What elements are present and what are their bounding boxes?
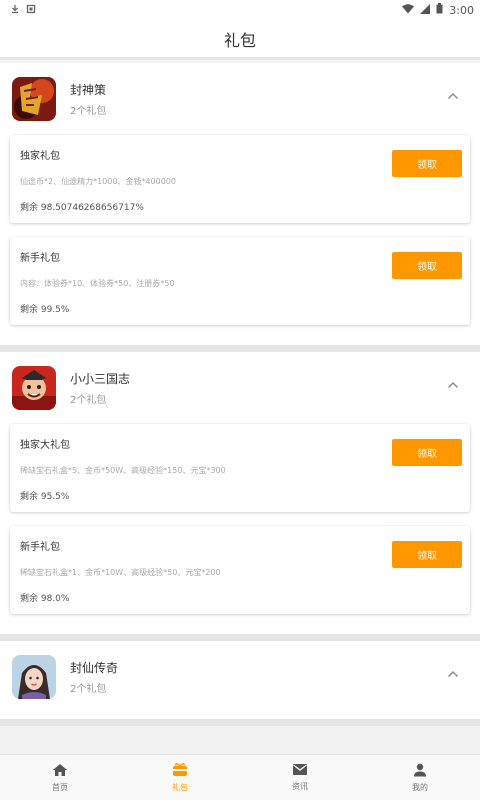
gift-count: 2个礼包 bbox=[70, 395, 107, 406]
game-section: 封仙传奇 2个礼包 bbox=[0, 641, 480, 726]
game-header[interactable]: 封仙传奇 2个礼包 bbox=[0, 641, 480, 713]
claim-button[interactable]: 领取 bbox=[392, 150, 462, 177]
game-name: 封神策 bbox=[70, 83, 107, 97]
claim-button[interactable]: 领取 bbox=[392, 439, 462, 466]
game-header[interactable]: 封神策 2个礼包 bbox=[0, 63, 480, 135]
claim-button[interactable]: 领取 bbox=[392, 541, 462, 568]
chevron-up-icon[interactable] bbox=[446, 378, 460, 392]
notification-icon bbox=[26, 4, 36, 17]
home-icon bbox=[52, 763, 68, 779]
wifi-icon bbox=[402, 3, 415, 17]
mail-icon bbox=[292, 763, 308, 778]
gift-list[interactable]: 封神策 2个礼包 独家礼包 仙途币*2、仙途精力*1000、金钱*400000 … bbox=[0, 63, 480, 754]
gift-remaining: 剩余 95.5% bbox=[20, 492, 70, 502]
gift-card: 独家礼包 仙途币*2、仙途精力*1000、金钱*400000 剩余 98.507… bbox=[10, 135, 470, 223]
nav-item-me[interactable]: 我的 bbox=[360, 755, 480, 800]
gift-card: 新手礼包 稀缺宝石礼盒*1、金币*10W、高级经验*50、元宝*200 剩余 9… bbox=[10, 526, 470, 614]
nav-label: 首页 bbox=[52, 782, 68, 792]
nav-label: 资讯 bbox=[292, 782, 308, 791]
gift-description: 仙途币*2、仙途精力*1000、金钱*400000 bbox=[20, 177, 176, 186]
gift-card: 独家大礼包 稀缺宝石礼盒*5、金币*50W、高级经验*150、元宝*300 剩余… bbox=[10, 424, 470, 512]
status-bar: 3:00 bbox=[0, 0, 480, 20]
game-icon-fengxian bbox=[12, 655, 56, 699]
page-title-bar: 礼包 bbox=[0, 20, 480, 60]
gift-remaining: 剩余 98.0% bbox=[20, 594, 70, 604]
nav-label: 礼包 bbox=[172, 783, 188, 792]
battery-icon bbox=[436, 3, 443, 17]
gift-description: 稀缺宝石礼盒*5、金币*50W、高级经验*150、元宝*300 bbox=[20, 466, 226, 475]
nav-item-gift[interactable]: 礼包 bbox=[120, 755, 240, 800]
chevron-up-icon[interactable] bbox=[446, 667, 460, 681]
person-icon bbox=[413, 763, 427, 779]
gift-description: 内容：体验券*10、体验券*50、注册券*50 bbox=[20, 279, 175, 288]
page-title: 礼包 bbox=[223, 30, 256, 50]
game-header[interactable]: 小小三国志 2个礼包 bbox=[0, 352, 480, 424]
gift-card: 新手礼包 内容：体验券*10、体验券*50、注册券*50 剩余 99.5% 领取 bbox=[10, 237, 470, 325]
game-name: 小小三国志 bbox=[70, 372, 131, 386]
gift-remaining: 剩余 98.50746268656717% bbox=[20, 203, 144, 213]
claim-button[interactable]: 领取 bbox=[392, 252, 462, 279]
status-time: 3:00 bbox=[449, 3, 474, 17]
nav-label: 我的 bbox=[412, 782, 428, 792]
game-icon-fengshen bbox=[12, 77, 56, 121]
gift-count: 2个礼包 bbox=[70, 684, 107, 695]
game-section: 小小三国志 2个礼包 独家大礼包 稀缺宝石礼盒*5、金币*50W、高级经验*15… bbox=[0, 352, 480, 641]
gift-description: 稀缺宝石礼盒*1、金币*10W、高级经验*50、元宝*200 bbox=[20, 568, 221, 577]
game-section: 封神策 2个礼包 独家礼包 仙途币*2、仙途精力*1000、金钱*400000 … bbox=[0, 63, 480, 352]
gift-icon bbox=[172, 762, 188, 779]
game-icon-sanguo bbox=[12, 366, 56, 410]
gift-remaining: 剩余 99.5% bbox=[20, 305, 70, 315]
nav-item-news[interactable]: 资讯 bbox=[240, 755, 360, 800]
chevron-up-icon[interactable] bbox=[446, 89, 460, 103]
download-icon bbox=[10, 4, 20, 17]
game-name: 封仙传奇 bbox=[70, 661, 119, 675]
signal-icon bbox=[420, 3, 431, 17]
bottom-nav: 首页 礼包 资讯 我的 bbox=[0, 754, 480, 800]
nav-item-home[interactable]: 首页 bbox=[0, 755, 120, 800]
gift-count: 2个礼包 bbox=[70, 106, 107, 117]
